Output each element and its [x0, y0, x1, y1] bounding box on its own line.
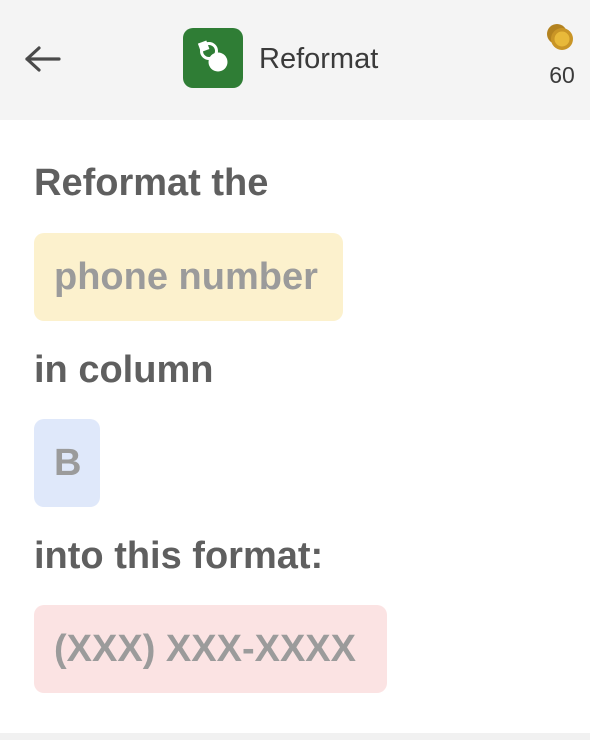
field-chip-label: phone number [54, 255, 318, 298]
column-chip-label: B [54, 441, 82, 484]
instruction-line-3: into this format: [34, 535, 324, 577]
instruction-line-2: in column [34, 349, 214, 391]
app-header: Reformat 60 [0, 0, 590, 120]
back-button[interactable] [22, 42, 62, 76]
reformat-app-icon [183, 28, 243, 88]
app-title: Reformat [259, 43, 379, 75]
instruction-line-1: Reformat the [34, 162, 269, 204]
coin-count: 60 [549, 62, 575, 88]
coin-balance[interactable]: 60 [540, 22, 584, 94]
column-chip[interactable]: B [34, 419, 100, 507]
format-chip-label: (XXX) XXX-XXXX [54, 627, 356, 670]
bottom-divider [0, 733, 590, 740]
coins-icon [547, 24, 573, 50]
format-chip[interactable]: (XXX) XXX-XXXX [34, 605, 387, 693]
field-chip[interactable]: phone number [34, 233, 343, 321]
arrow-left-icon [25, 46, 61, 72]
